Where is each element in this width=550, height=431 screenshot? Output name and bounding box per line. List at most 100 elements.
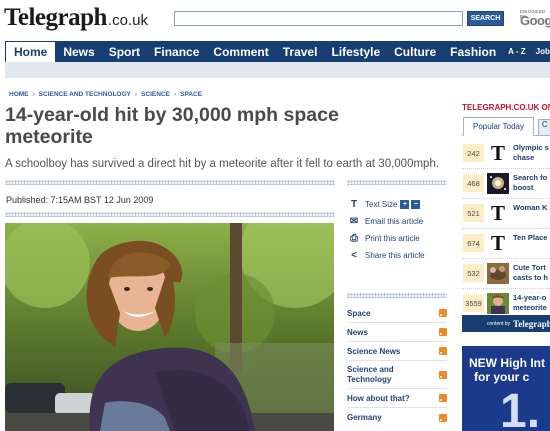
popular-headline: Woman K <box>513 203 550 213</box>
share-icon: < <box>351 250 357 261</box>
topic-label: Science News <box>347 346 401 356</box>
telegraph-brand: Telegraph <box>513 318 550 329</box>
breadcrumb-home[interactable]: HOME <box>9 91 29 98</box>
popular-line: Olympic s chase <box>513 143 549 162</box>
nav-news[interactable]: News <box>56 41 101 62</box>
popular-item[interactable]: 521 T Woman K <box>462 199 550 229</box>
tortoise-thumbnail <box>487 263 509 284</box>
rss-icon[interactable] <box>439 413 447 422</box>
breadcrumb-science[interactable]: SCIENCE <box>141 91 170 98</box>
telegraph-t-icon: T <box>490 231 505 255</box>
nav-travel[interactable]: Travel <box>276 41 325 62</box>
popular-item[interactable]: 242 T Olympic s chase <box>462 139 550 169</box>
topic-label: Space <box>347 308 371 318</box>
rss-icon[interactable] <box>439 394 447 402</box>
popular-count: 468 <box>463 174 484 192</box>
photo-boy-smiling <box>5 223 334 431</box>
article-headline: 14-year-old hit by 30,000 mph space mete… <box>5 104 339 148</box>
search-input[interactable] <box>174 11 463 26</box>
galaxy-thumbnail <box>487 173 509 194</box>
popular-item[interactable]: 468 Search fo boost <box>462 169 550 199</box>
published-date: Published: 7:15AM BST 12 Jun 2009 <box>6 195 154 205</box>
content-by-label: content by <box>487 320 511 327</box>
popular-list: 242 T Olympic s chase 468 Search fo boost … <box>462 139 550 319</box>
popular-headline: Search fo boost <box>513 173 550 192</box>
printer-icon: ⎙ <box>350 233 358 244</box>
advert-big-number: 1. <box>500 385 541 431</box>
topic-science-technology[interactable]: Science and Technology <box>347 361 447 389</box>
rss-icon[interactable] <box>439 309 447 317</box>
share-article-link[interactable]: < Share this article <box>347 247 447 264</box>
text-size-icon: T <box>350 199 358 210</box>
popular-headline: Olympic s chase <box>513 143 550 162</box>
tab-popular-today[interactable]: Popular Today <box>463 117 534 136</box>
advert-line-2: for your c <box>474 370 530 384</box>
article-standfirst: A schoolboy has survived a direct hit by… <box>5 158 440 170</box>
logo-wordmark: Telegraph <box>4 4 107 31</box>
telegraph-logo[interactable]: Telegraph .co.uk <box>4 4 148 32</box>
nav-culture[interactable]: Culture <box>387 41 443 62</box>
popular-count: 532 <box>463 264 484 282</box>
nav-lifestyle[interactable]: Lifestyle <box>324 41 387 62</box>
logo-domain: .co.uk <box>107 12 148 29</box>
breadcrumb-separator: › <box>173 91 177 98</box>
topic-how-about-that[interactable]: How about that? <box>347 389 447 408</box>
print-article-label: Print this article <box>365 234 420 243</box>
divider <box>5 180 335 185</box>
nav-finance[interactable]: Finance <box>147 41 206 62</box>
search-button[interactable]: SEARCH <box>467 11 504 26</box>
content-by-telegraph-banner[interactable]: content by Telegraph <box>462 315 550 332</box>
topic-news[interactable]: News <box>347 323 447 342</box>
text-size-decrease-button[interactable]: − <box>411 200 421 209</box>
boy-thumbnail <box>487 293 509 314</box>
nav-sport[interactable]: Sport <box>102 41 147 62</box>
topic-label: Science and Technology <box>347 364 394 384</box>
popular-count: 521 <box>463 204 484 222</box>
envelope-icon: ✉ <box>349 216 359 227</box>
topic-label: How about that? <box>347 393 410 403</box>
advert-line-1: NEW High Int <box>469 356 545 370</box>
telegraph-t-icon: T <box>490 141 505 165</box>
popular-item[interactable]: 674 T Ten Place <box>462 229 550 259</box>
popular-headline: Cute Tort casts to h <box>513 263 550 282</box>
text-size-control: T Text Size + − <box>347 196 447 213</box>
popular-count: 242 <box>463 144 484 162</box>
email-article-label: Email this article <box>365 217 424 226</box>
popular-headline: 14-year-o meteorite <box>513 293 550 312</box>
breadcrumb-separator: › <box>134 91 138 98</box>
sub-nav-bar <box>5 62 550 78</box>
text-size-increase-button[interactable]: + <box>400 200 410 209</box>
nav-fashion[interactable]: Fashion <box>443 41 503 62</box>
divider <box>5 212 335 217</box>
topic-list: Space News Science News Science and Tech… <box>347 304 447 427</box>
topic-label: News <box>347 327 368 337</box>
topic-space[interactable]: Space <box>347 304 447 323</box>
rss-icon[interactable] <box>439 328 447 336</box>
nav-jobs[interactable]: Jobs <box>531 41 550 62</box>
advert-banner[interactable]: NEW High Int for your c 1. <box>462 346 550 431</box>
popular-line: Woman K <box>513 203 548 212</box>
tab-other[interactable]: C <box>538 119 550 136</box>
breadcrumb-science-technology[interactable]: SCIENCE AND TECHNOLOGY <box>39 91 131 98</box>
divider <box>347 293 447 298</box>
popular-line: Ten Place <box>513 233 548 242</box>
rss-icon[interactable] <box>439 370 447 379</box>
popular-line: 14-year-o meteorite <box>513 293 547 312</box>
popular-headline: Ten Place <box>513 233 550 243</box>
right-column-title: TELEGRAPH.CO.UK ON <box>462 103 550 112</box>
topic-germany[interactable]: Germany <box>347 408 447 427</box>
rss-icon[interactable] <box>439 347 447 355</box>
share-article-label: Share this article <box>365 251 425 260</box>
popular-item[interactable]: 532 Cute Tort casts to h <box>462 259 550 289</box>
print-article-link[interactable]: ⎙ Print this article <box>347 230 447 247</box>
nav-home[interactable]: Home <box>5 41 57 62</box>
email-article-link[interactable]: ✉ Email this article <box>347 213 447 230</box>
divider <box>347 180 447 185</box>
breadcrumb: HOME › SCIENCE AND TECHNOLOGY › SCIENCE … <box>9 91 202 98</box>
breadcrumb-space[interactable]: SPACE <box>180 91 202 98</box>
topic-label: Germany <box>347 413 382 422</box>
nav-a-z[interactable]: A - Z <box>503 41 530 62</box>
google-logo: Google <box>520 13 550 28</box>
topic-science-news[interactable]: Science News <box>347 342 447 361</box>
nav-comment[interactable]: Comment <box>206 41 275 62</box>
